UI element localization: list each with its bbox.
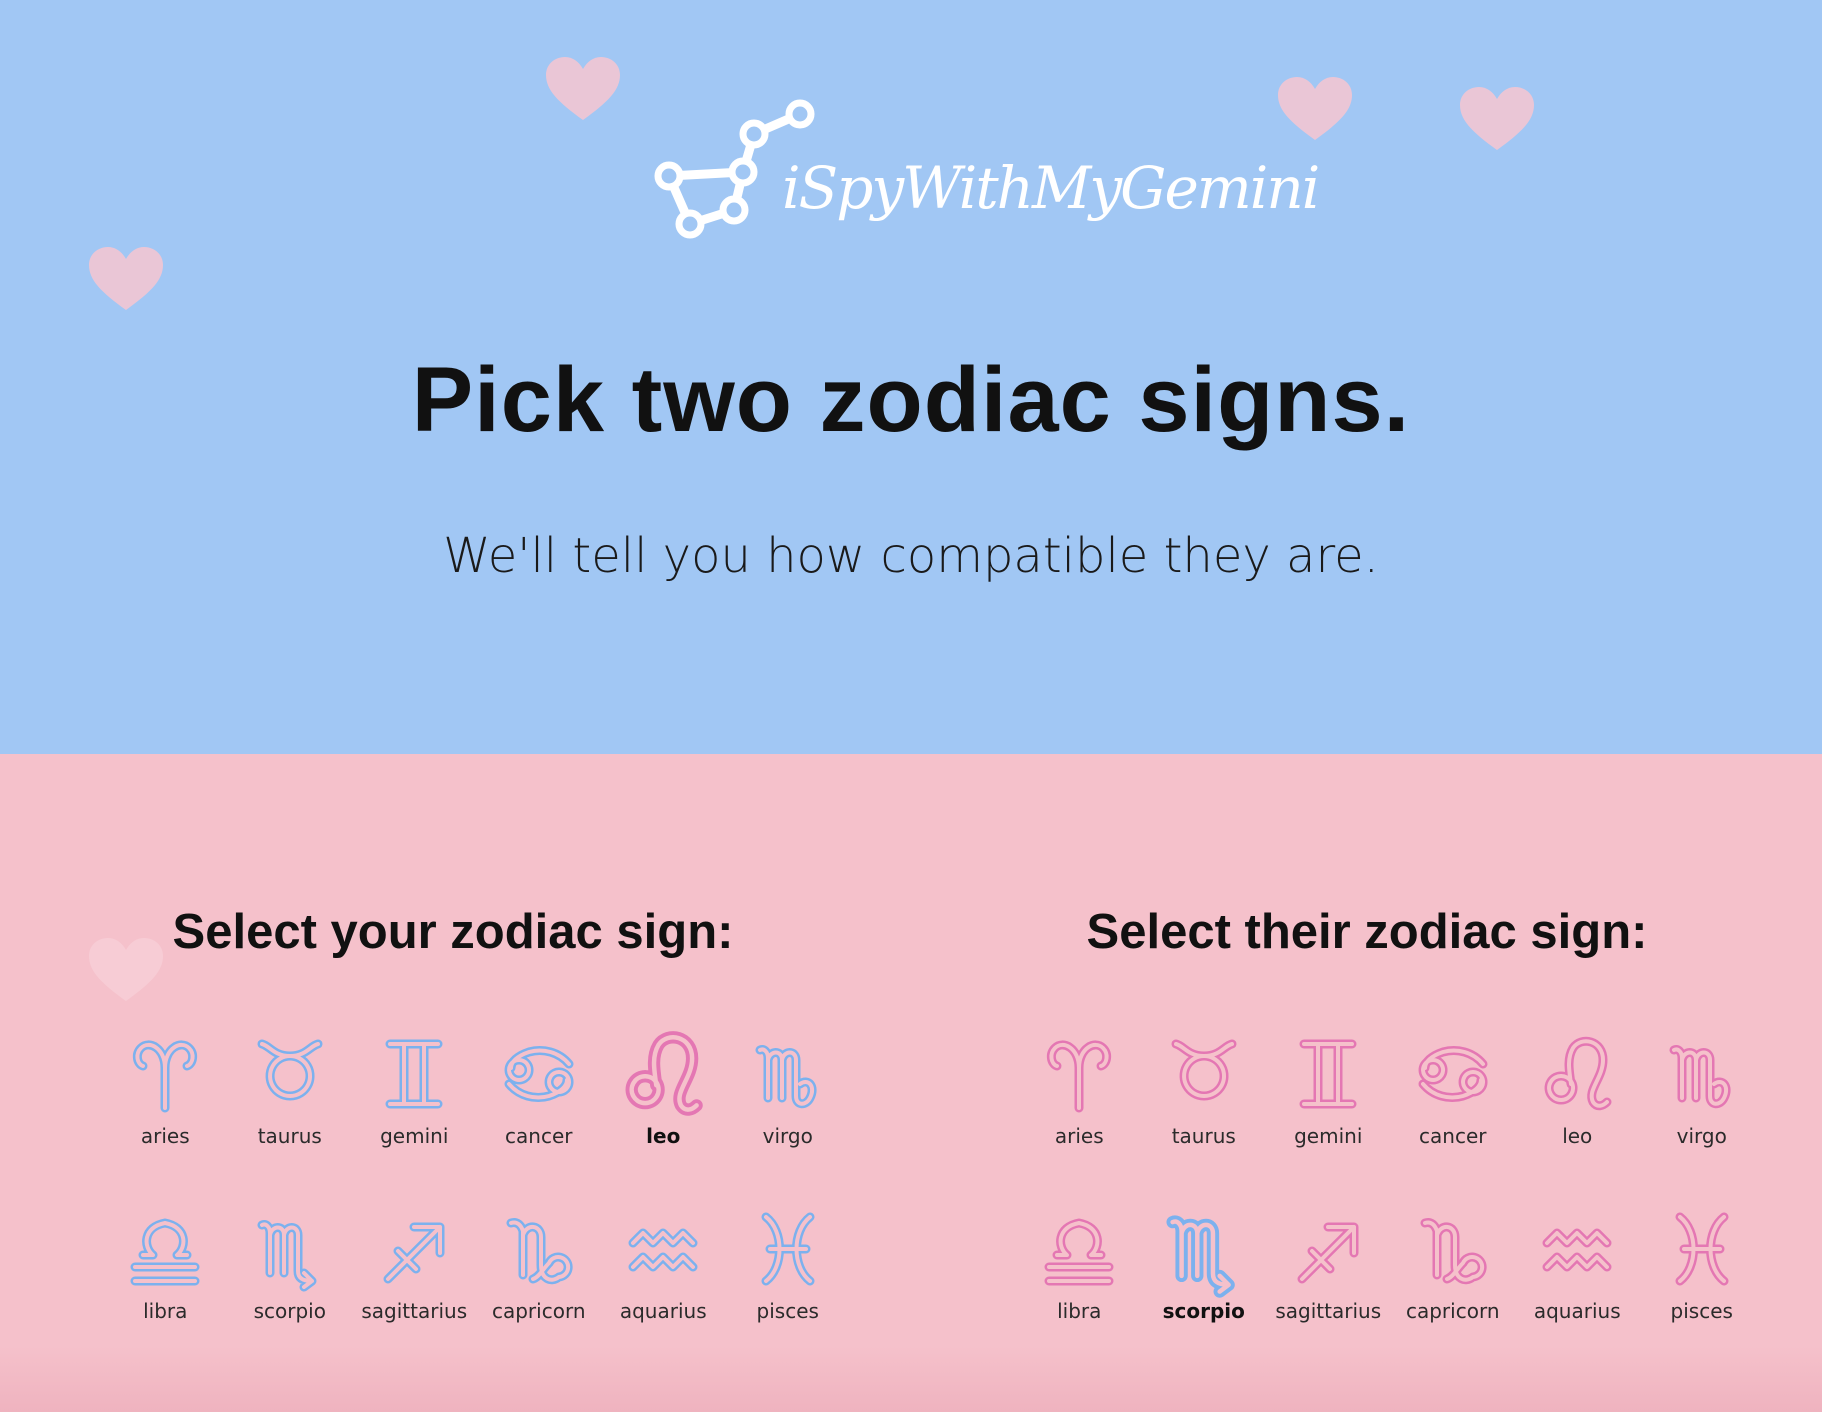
heart-icon bbox=[1460, 87, 1534, 150]
aries-icon bbox=[1047, 1040, 1112, 1113]
their-sign-option-capricorn[interactable]: capricorn bbox=[1391, 1209, 1516, 1384]
sign-label: scorpio bbox=[1162, 1299, 1245, 1323]
your-sign-option-aries[interactable]: aries bbox=[103, 1034, 228, 1209]
sign-label: virgo bbox=[762, 1124, 813, 1148]
sign-label: gemini bbox=[1294, 1124, 1363, 1148]
scorpio-icon bbox=[1166, 1215, 1235, 1298]
sign-label: pisces bbox=[756, 1299, 819, 1323]
page-subtitle: We'll tell you how compatible they are. bbox=[443, 528, 1379, 584]
hero-section: iSpyWithMyGemini Pick two zodiac signs. … bbox=[0, 0, 1822, 754]
gemini-icon bbox=[385, 1039, 443, 1109]
sign-label: taurus bbox=[1171, 1124, 1236, 1148]
sign-label: taurus bbox=[257, 1124, 322, 1148]
sagittarius-icon bbox=[1297, 1222, 1359, 1284]
scorpio-icon bbox=[257, 1220, 317, 1292]
your-sign-option-libra[interactable]: libra bbox=[103, 1209, 228, 1384]
brand-logo[interactable]: iSpyWithMyGemini bbox=[652, 96, 1320, 246]
heart-icon bbox=[89, 247, 163, 310]
leo-icon bbox=[625, 1031, 704, 1116]
their-sign-option-cancer[interactable]: cancer bbox=[1391, 1034, 1516, 1209]
their-sign-option-scorpio[interactable]: scorpio bbox=[1142, 1209, 1267, 1384]
sign-label: capricorn bbox=[1405, 1299, 1500, 1323]
libra-icon bbox=[130, 1218, 200, 1286]
their-sign-option-leo[interactable]: leo bbox=[1515, 1034, 1640, 1209]
sign-label: virgo bbox=[1676, 1124, 1727, 1148]
sign-label: aquarius bbox=[1533, 1299, 1621, 1323]
sign-label: libra bbox=[143, 1299, 188, 1323]
sign-label: cancer bbox=[505, 1124, 573, 1148]
heart-icon bbox=[546, 57, 620, 120]
their-sign-option-pisces[interactable]: pisces bbox=[1640, 1209, 1765, 1384]
gemini-icon bbox=[1299, 1039, 1357, 1109]
sign-label: leo bbox=[646, 1124, 681, 1148]
your-sign-option-capricorn[interactable]: capricorn bbox=[477, 1209, 602, 1384]
sign-label: aries bbox=[140, 1124, 190, 1148]
libra-icon bbox=[1044, 1218, 1114, 1286]
your-sign-option-virgo[interactable]: virgo bbox=[726, 1034, 851, 1209]
virgo-icon bbox=[1669, 1045, 1731, 1109]
their-sign-heading: Select their zodiac sign: bbox=[1086, 905, 1648, 959]
sign-label: pisces bbox=[1670, 1299, 1733, 1323]
their-sign-option-aquarius[interactable]: aquarius bbox=[1515, 1209, 1640, 1384]
taurus-icon bbox=[257, 1039, 323, 1101]
aquarius-icon bbox=[1542, 1228, 1612, 1272]
sign-label: sagittarius bbox=[1275, 1299, 1382, 1323]
sign-label: libra bbox=[1057, 1299, 1102, 1323]
sagittarius-icon bbox=[383, 1222, 445, 1284]
pisces-icon bbox=[761, 1212, 815, 1286]
aries-icon bbox=[133, 1040, 198, 1113]
sign-label: aquarius bbox=[619, 1299, 707, 1323]
sign-label: cancer bbox=[1419, 1124, 1487, 1148]
their-sign-option-aries[interactable]: aries bbox=[1017, 1034, 1142, 1209]
sign-label: capricorn bbox=[491, 1299, 586, 1323]
your-sign-option-scorpio[interactable]: scorpio bbox=[228, 1209, 353, 1384]
their-sign-option-virgo[interactable]: virgo bbox=[1640, 1034, 1765, 1209]
sign-label: scorpio bbox=[253, 1299, 326, 1323]
your-sign-option-pisces[interactable]: pisces bbox=[726, 1209, 851, 1384]
their-sign-grid: aries taurus gemini cancer leo virgo libra scor… bbox=[1017, 1034, 1767, 1384]
taurus-icon bbox=[1171, 1039, 1237, 1101]
your-sign-option-aquarius[interactable]: aquarius bbox=[601, 1209, 726, 1384]
virgo-icon bbox=[755, 1045, 817, 1109]
sign-label: leo bbox=[1562, 1124, 1593, 1148]
your-sign-option-gemini[interactable]: gemini bbox=[352, 1034, 477, 1209]
their-sign-option-gemini[interactable]: gemini bbox=[1266, 1034, 1391, 1209]
their-sign-option-libra[interactable]: libra bbox=[1017, 1209, 1142, 1384]
your-sign-option-leo[interactable]: leo bbox=[601, 1031, 726, 1209]
pisces-icon bbox=[1675, 1212, 1729, 1286]
capricorn-icon bbox=[506, 1218, 573, 1285]
sign-label: aries bbox=[1054, 1124, 1104, 1148]
your-sign-option-cancer[interactable]: cancer bbox=[477, 1034, 602, 1209]
zodiac-picker-section: Select your zodiac sign: aries taurus gemi… bbox=[0, 754, 1822, 1412]
cancer-icon bbox=[504, 1046, 574, 1102]
their-sign-option-taurus[interactable]: taurus bbox=[1142, 1034, 1267, 1209]
your-sign-grid: aries taurus gemini cancer leo virgo libra scor… bbox=[103, 1031, 853, 1384]
your-sign-option-taurus[interactable]: taurus bbox=[228, 1034, 353, 1209]
sign-label: sagittarius bbox=[361, 1299, 468, 1323]
their-sign-option-sagittarius[interactable]: sagittarius bbox=[1266, 1209, 1391, 1384]
capricorn-icon bbox=[1420, 1218, 1487, 1285]
brand-name: iSpyWithMyGemini bbox=[782, 154, 1320, 222]
aquarius-icon bbox=[628, 1228, 698, 1272]
cancer-icon bbox=[1418, 1046, 1488, 1102]
leo-icon bbox=[1544, 1036, 1612, 1111]
your-sign-heading: Select your zodiac sign: bbox=[172, 905, 734, 959]
page-title: Pick two zodiac signs. bbox=[411, 349, 1411, 451]
heart-icon bbox=[1278, 77, 1352, 140]
sign-label: gemini bbox=[380, 1124, 449, 1148]
your-sign-option-sagittarius[interactable]: sagittarius bbox=[352, 1209, 477, 1384]
